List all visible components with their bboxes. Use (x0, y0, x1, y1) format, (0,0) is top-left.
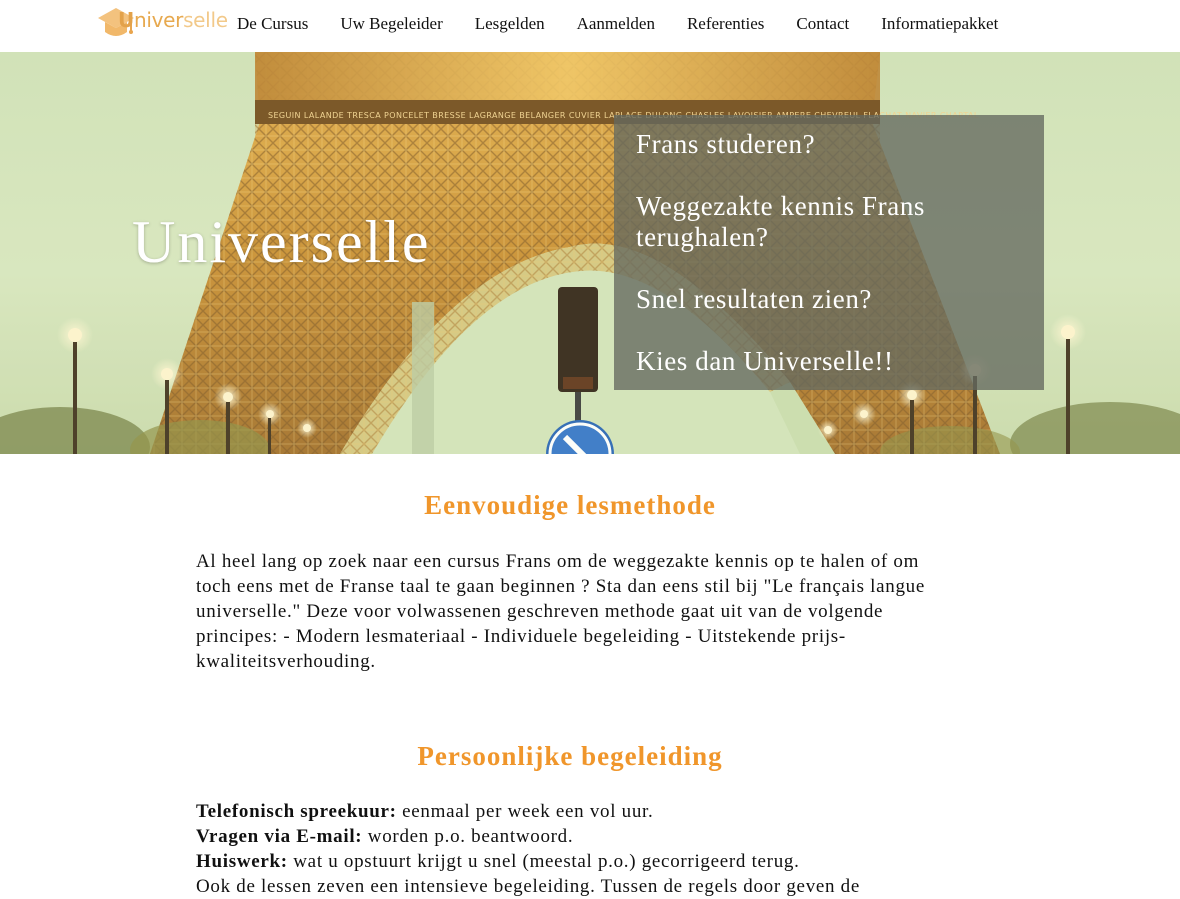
section-heading-begeleiding: Persoonlijke begeleiding (417, 741, 723, 771)
logo-wordmark: Universelle (118, 8, 228, 32)
nav-referenties[interactable]: Referenties (687, 14, 764, 34)
tagline-line: Weggezakte kennis Frans terughalen? (636, 191, 926, 252)
nav-lesgelden[interactable]: Lesgelden (475, 14, 545, 34)
nav-de-cursus[interactable]: De Cursus (237, 14, 308, 34)
list-item: Telefonisch spreekuur: eenmaal per week … (196, 799, 956, 824)
tagline-line: Kies dan Universelle!! (636, 346, 894, 376)
section-body-lesmethode: Al heel lang op zoek naar een cursus Fra… (196, 551, 926, 672)
list-item: Vragen via E-mail: worden p.o. beantwoor… (196, 824, 956, 849)
main-menu: De Cursus Uw Begeleider Lesgelden Aanmel… (237, 14, 1030, 34)
hero-tagline-box: Frans studeren? Weggezakte kennis Frans … (614, 115, 1044, 390)
item-text: eenmaal per week een vol uur. (396, 801, 654, 822)
hero-title: Universelle (132, 209, 431, 275)
item-label: Vragen via E-mail: (196, 826, 363, 847)
hero-banner: SEGUIN LALANDE TRESCA PONCELET BRESSE LA… (0, 52, 1180, 454)
item-text: worden p.o. beantwoord. (362, 826, 574, 847)
tagline-line: Snel resultaten zien? (636, 284, 873, 314)
nav-informatiepakket[interactable]: Informatiepakket (881, 14, 998, 34)
nav-uw-begeleider[interactable]: Uw Begeleider (340, 14, 442, 34)
item-label: Huiswerk: (196, 851, 288, 872)
top-navigation: Universelle De Cursus Uw Begeleider Lesg… (0, 0, 1180, 52)
begeleiding-list: Telefonisch spreekuur: eenmaal per week … (196, 799, 956, 899)
tagline-line: Frans studeren? (636, 129, 816, 159)
body-text: Ook de lessen zeven een intensieve begel… (196, 876, 861, 897)
nav-aanmelden[interactable]: Aanmelden (577, 14, 655, 34)
list-item: Huiswerk: wat u opstuurt krijgt u snel (… (196, 849, 956, 874)
section-heading-lesmethode: Eenvoudige lesmethode (424, 490, 716, 520)
item-label: Telefonisch spreekuur: (196, 801, 397, 822)
item-text: wat u opstuurt krijgt u snel (meestal p.… (287, 851, 800, 872)
universelle-logo[interactable]: Universelle (96, 2, 228, 42)
nav-contact[interactable]: Contact (796, 14, 849, 34)
